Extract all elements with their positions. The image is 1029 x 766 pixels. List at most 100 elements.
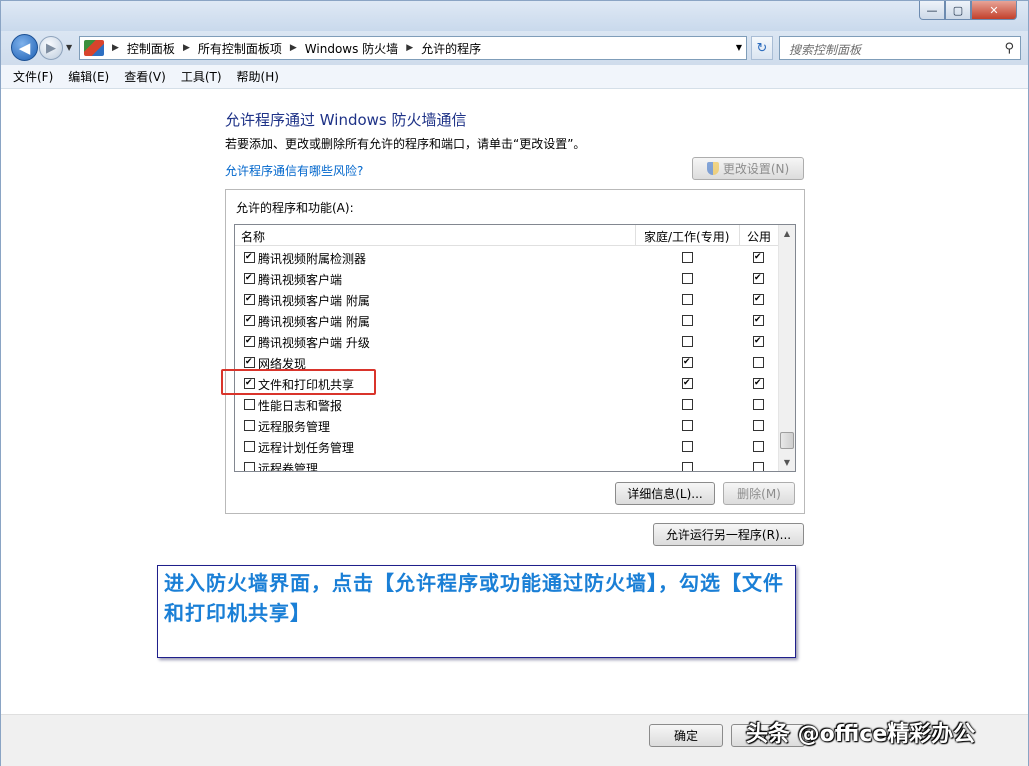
search-input[interactable]: 搜索控制面板 ⚲ <box>779 36 1021 60</box>
risk-info-link[interactable]: 允许程序通信有哪些风险? <box>225 162 363 179</box>
menu-bar: 文件(F) 编辑(E) 查看(V) 工具(T) 帮助(H) <box>1 65 1028 89</box>
menu-help[interactable]: 帮助(H) <box>237 68 279 85</box>
public-network-checkbox[interactable] <box>753 399 764 410</box>
program-name: 远程计划任务管理 <box>258 441 355 455</box>
breadcrumb-firewall[interactable]: Windows 防火墙 <box>305 40 398 57</box>
column-header-home[interactable]: 家庭/工作(专用) <box>635 225 739 246</box>
control-panel-icon <box>84 40 104 56</box>
menu-tools[interactable]: 工具(T) <box>181 68 222 85</box>
home-network-checkbox[interactable] <box>682 315 693 326</box>
program-enabled-checkbox[interactable] <box>244 462 255 471</box>
program-enabled-checkbox[interactable] <box>244 273 255 284</box>
public-network-checkbox[interactable] <box>753 336 764 347</box>
table-row[interactable]: 腾讯视频客户端 升级 <box>235 331 779 352</box>
program-enabled-checkbox[interactable] <box>244 399 255 410</box>
scroll-thumb[interactable] <box>780 432 794 449</box>
program-name: 腾讯视频客户端 <box>258 273 343 287</box>
breadcrumb-control-panel[interactable]: 控制面板 <box>127 40 175 57</box>
public-network-checkbox[interactable] <box>753 315 764 326</box>
program-enabled-checkbox[interactable] <box>244 315 255 326</box>
page-description: 若要添加、更改或删除所有允许的程序和端口，请单击“更改设置”。 <box>225 137 586 151</box>
public-network-checkbox[interactable] <box>753 273 764 284</box>
chevron-right-icon[interactable]: ▶ <box>183 43 190 53</box>
column-header-public[interactable]: 公用 <box>739 225 779 246</box>
forward-button[interactable]: ▶ <box>39 36 63 60</box>
maximize-button[interactable]: ▢ <box>945 1 971 20</box>
scroll-down-icon[interactable]: ▼ <box>779 454 795 471</box>
table-row[interactable]: 性能日志和警报 <box>235 394 779 415</box>
home-network-checkbox[interactable] <box>682 294 693 305</box>
public-network-checkbox[interactable] <box>753 357 764 368</box>
change-settings-button[interactable]: 更改设置(N) <box>692 157 804 180</box>
home-network-checkbox[interactable] <box>682 441 693 452</box>
list-scrollbar[interactable]: ▲ ▼ <box>778 225 795 471</box>
allow-another-program-button[interactable]: 允许运行另一程序(R)... <box>653 523 804 546</box>
public-network-checkbox[interactable] <box>753 462 764 471</box>
table-row[interactable]: 腾讯视频客户端 附属 <box>235 289 779 310</box>
column-header-name[interactable]: 名称 <box>241 228 265 245</box>
refresh-button[interactable]: ↻ <box>751 36 773 60</box>
scroll-up-icon[interactable]: ▲ <box>779 225 795 242</box>
chevron-right-icon[interactable]: ▶ <box>406 43 413 53</box>
chevron-down-icon[interactable]: ▼ <box>736 43 742 52</box>
allowed-programs-list[interactable]: 名称 家庭/工作(专用) 公用 腾讯视频附属检测器腾讯视频客户端腾讯视频客户端 … <box>234 224 796 472</box>
program-name: 远程服务管理 <box>258 420 331 434</box>
search-icon[interactable]: ⚲ <box>1004 41 1014 56</box>
menu-view[interactable]: 查看(V) <box>124 68 166 85</box>
close-button[interactable]: ✕ <box>971 1 1017 20</box>
public-network-checkbox[interactable] <box>753 420 764 431</box>
title-bar: — ▢ ✕ <box>1 1 1028 31</box>
public-network-checkbox[interactable] <box>753 441 764 452</box>
program-enabled-checkbox[interactable] <box>244 441 255 452</box>
address-bar[interactable]: ▶ 控制面板 ▶ 所有控制面板项 ▶ Windows 防火墙 ▶ 允许的程序 ▼ <box>79 36 747 60</box>
minimize-button[interactable]: — <box>919 1 945 20</box>
change-settings-label: 更改设置(N) <box>722 162 790 176</box>
list-header: 名称 家庭/工作(专用) 公用 <box>235 225 779 246</box>
breadcrumb-allowed-programs[interactable]: 允许的程序 <box>421 40 481 57</box>
recent-pages-dropdown-icon[interactable]: ▼ <box>66 43 72 52</box>
public-network-checkbox[interactable] <box>753 378 764 389</box>
chevron-right-icon[interactable]: ▶ <box>112 43 119 53</box>
public-network-checkbox[interactable] <box>753 294 764 305</box>
back-button[interactable]: ◀ <box>11 34 38 61</box>
annotation-text: 进入防火墙界面，点击【允许程序或功能通过防火墙】，勾选【文件和打印机共享】 <box>164 571 784 625</box>
program-enabled-checkbox[interactable] <box>244 420 255 431</box>
allowed-programs-label: 允许的程序和功能(A): <box>236 201 354 215</box>
program-enabled-checkbox[interactable] <box>244 294 255 305</box>
navigation-bar: ◀ ▶ ▼ ▶ 控制面板 ▶ 所有控制面板项 ▶ Windows 防火墙 ▶ 允… <box>1 31 1028 65</box>
home-network-checkbox[interactable] <box>682 378 693 389</box>
home-network-checkbox[interactable] <box>682 252 693 263</box>
program-enabled-checkbox[interactable] <box>244 336 255 347</box>
uac-shield-icon <box>706 162 719 175</box>
program-name: 腾讯视频客户端 附属 <box>258 294 370 308</box>
home-network-checkbox[interactable] <box>682 399 693 410</box>
home-network-checkbox[interactable] <box>682 357 693 368</box>
public-network-checkbox[interactable] <box>753 252 764 263</box>
watermark-text: 头条 @office精彩办公 <box>746 722 976 747</box>
table-row[interactable]: 远程服务管理 <box>235 415 779 436</box>
delete-button[interactable]: 删除(M) <box>723 482 795 505</box>
table-row[interactable]: 腾讯视频附属检测器 <box>235 247 779 268</box>
table-row[interactable]: 远程计划任务管理 <box>235 436 779 457</box>
menu-edit[interactable]: 编辑(E) <box>68 68 109 85</box>
table-row[interactable]: 远程卷管理 <box>235 457 779 472</box>
home-network-checkbox[interactable] <box>682 420 693 431</box>
table-row[interactable]: 腾讯视频客户端 附属 <box>235 310 779 331</box>
menu-file[interactable]: 文件(F) <box>13 68 53 85</box>
chevron-right-icon[interactable]: ▶ <box>290 43 297 53</box>
program-enabled-checkbox[interactable] <box>244 357 255 368</box>
breadcrumb-all-items[interactable]: 所有控制面板项 <box>198 40 282 57</box>
allowed-programs-group: 允许的程序和功能(A): 名称 家庭/工作(专用) 公用 腾讯视频附属检测器腾讯… <box>225 189 805 514</box>
table-row[interactable]: 腾讯视频客户端 <box>235 268 779 289</box>
home-network-checkbox[interactable] <box>682 336 693 347</box>
program-enabled-checkbox[interactable] <box>244 252 255 263</box>
program-name: 腾讯视频客户端 附属 <box>258 315 370 329</box>
page-title: 允许程序通过 Windows 防火墙通信 <box>225 111 467 129</box>
home-network-checkbox[interactable] <box>682 273 693 284</box>
annotation-box: 进入防火墙界面，点击【允许程序或功能通过防火墙】，勾选【文件和打印机共享】 <box>157 565 796 658</box>
details-button[interactable]: 详细信息(L)... <box>615 482 715 505</box>
highlight-box <box>221 369 376 395</box>
program-name: 远程卷管理 <box>258 462 319 472</box>
home-network-checkbox[interactable] <box>682 462 693 471</box>
ok-button[interactable]: 确定 <box>649 724 723 747</box>
